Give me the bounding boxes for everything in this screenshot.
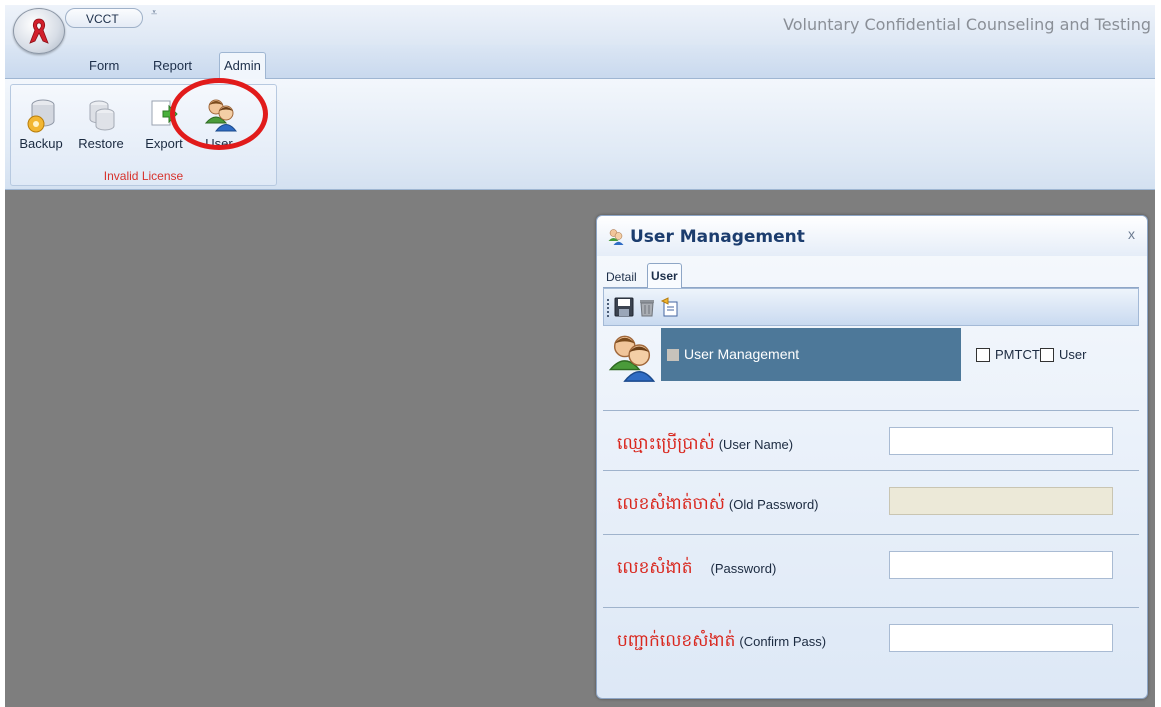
red-ribbon-icon bbox=[29, 18, 49, 44]
old-password-english-label: (Old Password) bbox=[728, 497, 819, 512]
user-name-english-label: (User Name) bbox=[718, 437, 794, 452]
user-button[interactable]: User bbox=[191, 93, 247, 153]
backup-database-icon bbox=[27, 99, 55, 133]
window-title: Voluntary Confidential Counseling and Te… bbox=[783, 15, 1151, 34]
old-password-row: លេខសំងាត់ចាស់ (Old Password) bbox=[603, 470, 1139, 535]
old-password-input bbox=[889, 487, 1113, 515]
user-label: User bbox=[205, 136, 233, 151]
tab-detail[interactable]: Detail bbox=[603, 267, 640, 287]
tab-report[interactable]: Report bbox=[149, 55, 196, 77]
user-name-input[interactable] bbox=[889, 427, 1113, 455]
dialog-tab-strip: Detail User bbox=[603, 263, 1139, 288]
close-icon[interactable]: x bbox=[1128, 226, 1135, 242]
confirm-password-row: បញ្ជាក់លេខសំងាត់ (Confirm Pass) bbox=[603, 607, 1139, 672]
quick-access-title[interactable]: VCCT bbox=[65, 8, 143, 28]
export-icon bbox=[151, 100, 178, 126]
user-header-strip: User Management PMTCT User bbox=[603, 328, 1139, 383]
confirm-password-input[interactable] bbox=[889, 624, 1113, 652]
panel-marker bbox=[667, 349, 679, 361]
tab-user[interactable]: User bbox=[647, 263, 682, 288]
restore-button[interactable]: Restore bbox=[73, 93, 129, 153]
export-label: Export bbox=[145, 136, 183, 151]
ribbon-tab-row: Form Report Admin bbox=[5, 45, 1155, 79]
password-label: លេខសំងាត់ (Password) bbox=[617, 557, 776, 582]
application-menu-button[interactable] bbox=[13, 8, 65, 54]
confirm-password-english-label: (Confirm Pass) bbox=[739, 634, 827, 649]
users-icon bbox=[608, 335, 656, 382]
pmtct-checkbox-label: PMTCT bbox=[995, 347, 1040, 362]
ribbon-panel: Backup Restore Export User Invalid Licen… bbox=[5, 79, 1155, 190]
application-window: VCCT ⩡ Voluntary Confidential Counseling… bbox=[5, 5, 1155, 707]
title-bar: VCCT ⩡ Voluntary Confidential Counseling… bbox=[5, 5, 1155, 45]
tab-admin[interactable]: Admin bbox=[219, 52, 266, 79]
backup-label: Backup bbox=[19, 136, 63, 151]
tab-form[interactable]: Form bbox=[85, 55, 123, 77]
dialog-toolbar bbox=[603, 288, 1139, 326]
confirm-password-khmer-label: បញ្ជាក់លេខសំងាត់ bbox=[617, 631, 736, 651]
old-password-khmer-label: លេខសំងាត់ចាស់ bbox=[617, 494, 725, 514]
backup-button[interactable]: Backup bbox=[13, 93, 69, 153]
export-button[interactable]: Export bbox=[139, 93, 189, 153]
password-english-label: (Password) bbox=[710, 561, 777, 576]
dialog-title: User Management bbox=[630, 227, 805, 247]
user-management-dialog: User Management x Detail User User Manag… bbox=[596, 215, 1148, 699]
password-input[interactable] bbox=[889, 551, 1113, 579]
panel-title: User Management bbox=[684, 346, 800, 362]
save-icon[interactable] bbox=[614, 297, 634, 317]
old-password-label: លេខសំងាត់ចាស់ (Old Password) bbox=[617, 493, 819, 518]
license-status-caption: Invalid License bbox=[103, 169, 184, 183]
user-name-row: ឈ្មោះប្រើប្រាស់ (User Name) bbox=[603, 410, 1139, 475]
user-form: ឈ្មោះប្រើប្រាស់ (User Name) លេខសំងាត់ចាស់… bbox=[603, 410, 1139, 690]
admin-ribbon-group: Backup Restore Export User Invalid Licen… bbox=[10, 84, 277, 186]
password-row: លេខសំងាត់ (Password) bbox=[603, 534, 1139, 599]
password-khmer-label: លេខសំងាត់ bbox=[617, 558, 693, 578]
pmtct-checkbox[interactable] bbox=[976, 348, 990, 362]
restore-database-icon bbox=[89, 100, 115, 131]
user-management-panel: User Management bbox=[661, 328, 961, 381]
new-icon[interactable] bbox=[660, 297, 680, 317]
user-checkbox-label: User bbox=[1059, 347, 1087, 362]
confirm-password-label: បញ្ជាក់លេខសំងាត់ (Confirm Pass) bbox=[617, 630, 826, 655]
user-name-label: ឈ្មោះប្រើប្រាស់ (User Name) bbox=[617, 433, 793, 458]
user-checkbox[interactable] bbox=[1040, 348, 1054, 362]
users-icon bbox=[608, 229, 624, 245]
toolbar-grip bbox=[607, 299, 611, 317]
user-name-khmer-label: ឈ្មោះប្រើប្រាស់ bbox=[617, 434, 715, 454]
delete-icon[interactable] bbox=[638, 297, 656, 317]
users-icon bbox=[205, 99, 237, 132]
quick-access-dropdown-icon[interactable]: ⩡ bbox=[151, 7, 157, 20]
dialog-title-bar[interactable]: User Management x bbox=[597, 216, 1147, 256]
restore-label: Restore bbox=[78, 136, 124, 151]
